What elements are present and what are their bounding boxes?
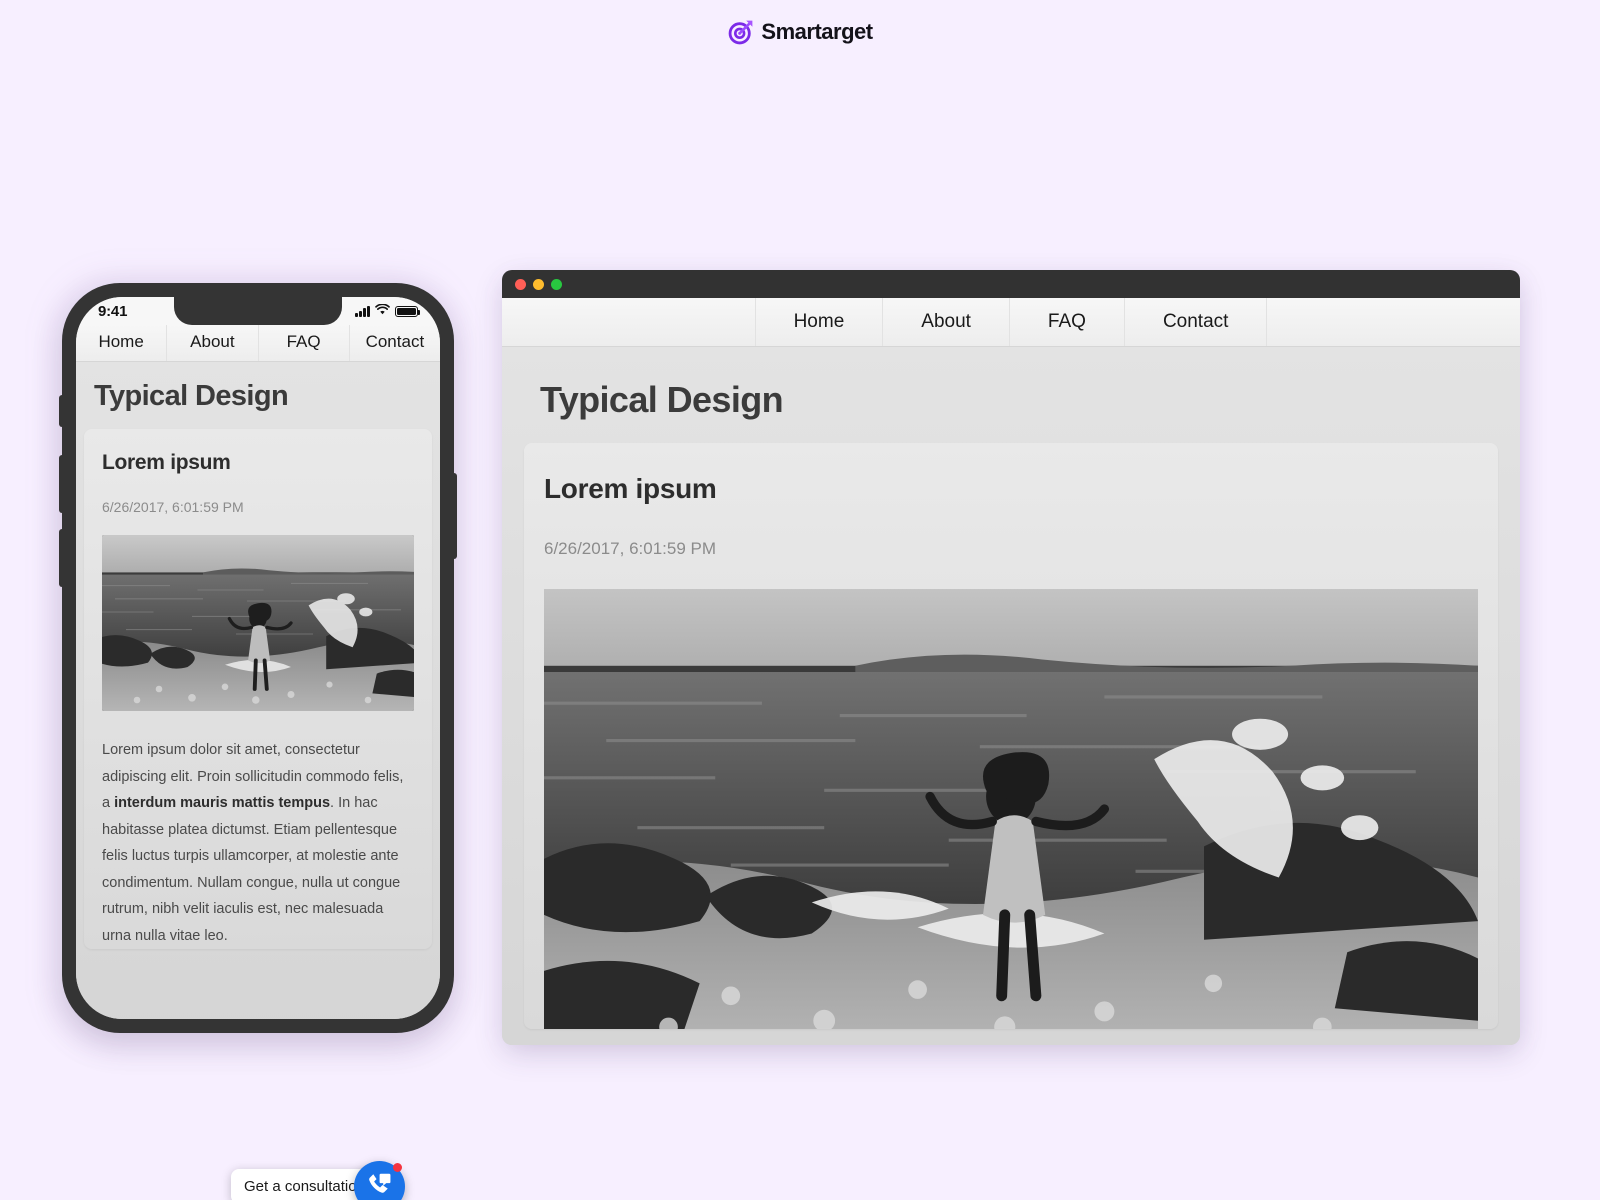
page-title: Typical Design bbox=[94, 380, 289, 412]
brand-header: Smartarget bbox=[0, 18, 1600, 46]
page-stage: Smartarget 9:41 Home About FAQ Contact T… bbox=[0, 0, 1600, 1200]
status-icons bbox=[355, 302, 421, 320]
page-title: Typical Design bbox=[540, 379, 784, 420]
nav-item-contact[interactable]: Contact bbox=[1125, 298, 1268, 346]
notification-dot bbox=[392, 1163, 402, 1172]
nav-item-home[interactable]: Home bbox=[756, 298, 884, 346]
phone-screen: 9:41 Home About FAQ Contact Typical Desi… bbox=[76, 297, 440, 1019]
nav-item-about[interactable]: About bbox=[883, 298, 1010, 346]
card-body-text: Lorem ipsum dolor sit amet, consectetur … bbox=[102, 737, 414, 949]
card-date: 6/26/2017, 6:01:59 PM bbox=[544, 539, 717, 558]
silent-switch[interactable] bbox=[59, 395, 65, 427]
beach-photo bbox=[102, 535, 414, 711]
desktop-site-nav: Home About FAQ Contact bbox=[502, 298, 1520, 347]
zoom-button[interactable] bbox=[551, 278, 562, 290]
cellular-signal-icon bbox=[355, 305, 370, 317]
browser-titlebar bbox=[502, 270, 1520, 298]
brand-name: Smartarget bbox=[761, 19, 873, 44]
close-button[interactable] bbox=[515, 278, 526, 290]
nav-item-faq[interactable]: FAQ bbox=[259, 325, 350, 361]
beach-photo bbox=[544, 589, 1478, 1029]
battery-full-icon bbox=[395, 305, 421, 317]
nav-item-contact[interactable]: Contact bbox=[350, 325, 440, 361]
card-title: Lorem ipsum bbox=[544, 473, 717, 504]
nav-spacer bbox=[502, 298, 756, 346]
phone-site-nav: Home About FAQ Contact bbox=[76, 325, 440, 362]
desktop-mockup: Home About FAQ Contact Typical Design Lo… bbox=[502, 270, 1522, 1045]
widget-call-button[interactable] bbox=[353, 1161, 405, 1200]
article-card: Lorem ipsum 6/26/2017, 6:01:59 PM bbox=[524, 443, 1498, 1029]
card-date: 6/26/2017, 6:01:59 PM bbox=[102, 499, 244, 515]
desktop-site-body: Typical Design Lorem ipsum 6/26/2017, 6:… bbox=[502, 347, 1520, 1045]
nav-item-home[interactable]: Home bbox=[76, 325, 168, 361]
status-time: 9:41 bbox=[98, 302, 128, 320]
nav-item-faq[interactable]: FAQ bbox=[1010, 298, 1125, 346]
phone-mockup: 9:41 Home About FAQ Contact Typical Desi… bbox=[48, 265, 460, 1200]
volume-down-button[interactable] bbox=[59, 529, 65, 587]
volume-up-button[interactable] bbox=[59, 455, 65, 513]
nav-spacer-right bbox=[1267, 298, 1520, 346]
card-title: Lorem ipsum bbox=[102, 451, 231, 474]
minimize-button[interactable] bbox=[533, 278, 544, 290]
phone-site-body: Typical Design Lorem ipsum 6/26/2017, 6:… bbox=[76, 362, 440, 1019]
browser-window: Home About FAQ Contact Typical Design Lo… bbox=[502, 270, 1520, 1045]
wifi-icon bbox=[375, 302, 390, 320]
consultation-widget-phone[interactable]: Get a consultation bbox=[231, 1161, 405, 1200]
nav-item-about[interactable]: About bbox=[167, 325, 259, 361]
target-arrow-icon bbox=[727, 18, 755, 46]
phone-chat-bubble-icon bbox=[365, 1170, 393, 1200]
phone-notch bbox=[174, 297, 342, 325]
phone-frame: 9:41 Home About FAQ Contact Typical Desi… bbox=[59, 283, 457, 1033]
article-card: Lorem ipsum 6/26/2017, 6:01:59 PM bbox=[84, 429, 432, 950]
card-body-rest: . In hac habitasse platea dictumst. Etia… bbox=[102, 795, 401, 944]
card-body-bold: interdum mauris mattis tempus bbox=[114, 795, 331, 812]
power-button[interactable] bbox=[451, 473, 457, 559]
